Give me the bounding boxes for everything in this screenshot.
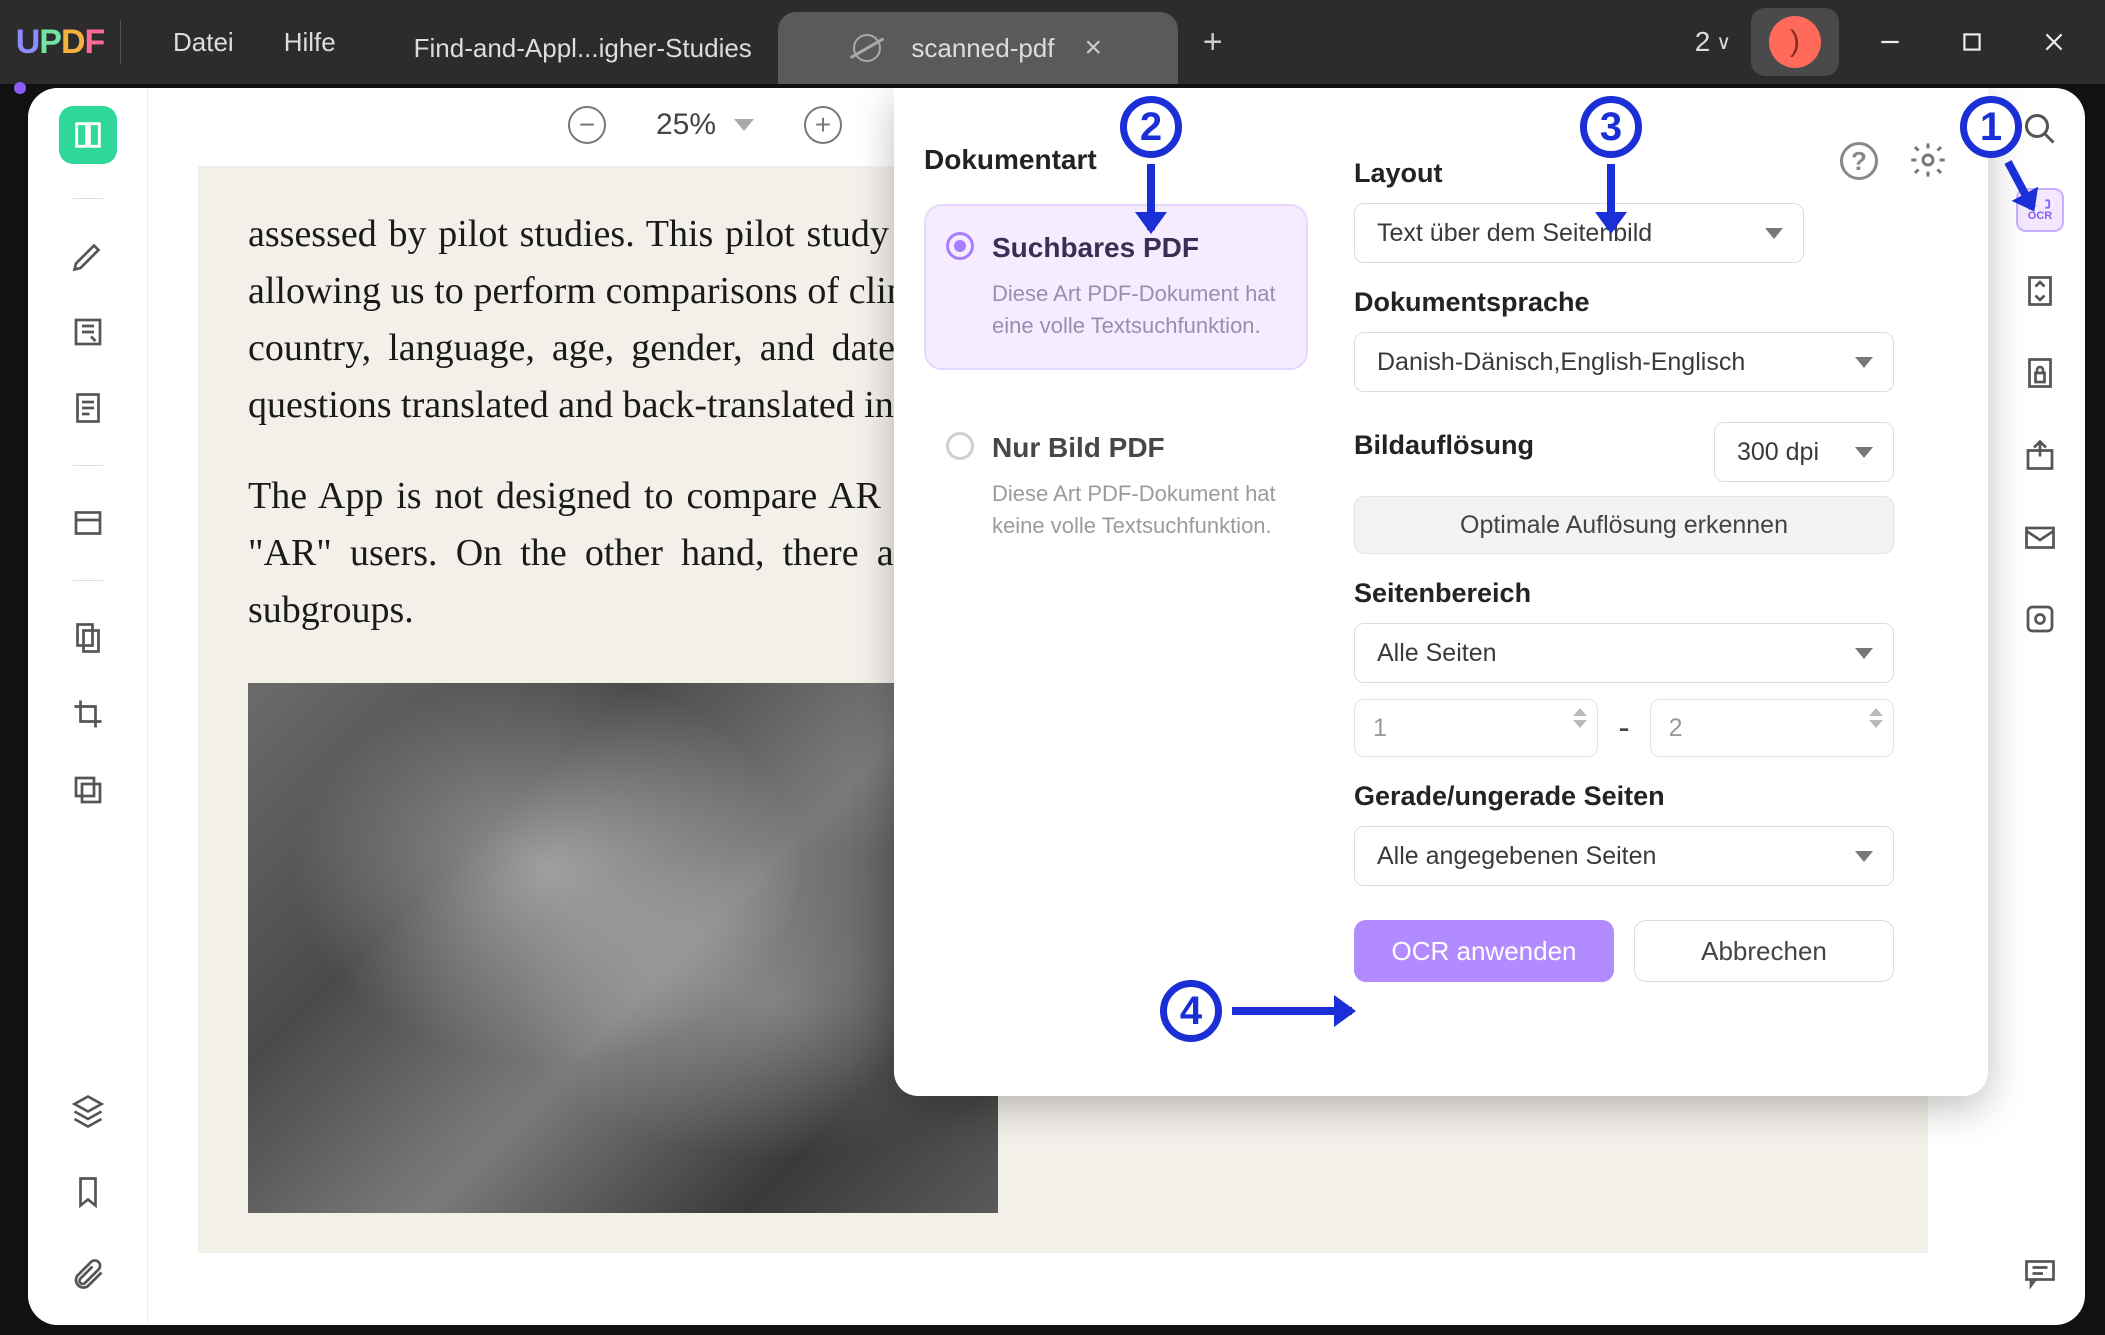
radio-icon: [946, 432, 974, 460]
detect-resolution-button[interactable]: Optimale Auflösung erkennen: [1354, 496, 1894, 554]
ocr-panel: Dokumentart Suchbares PDF Diese Art PDF-…: [894, 88, 1988, 1096]
arrow-icon: [1607, 164, 1615, 230]
avatar-wrap[interactable]: ): [1751, 8, 1839, 76]
layout-select[interactable]: Text über dem Seitenbild: [1354, 203, 1804, 263]
chevron-down-icon: [1855, 648, 1873, 659]
page-icon[interactable]: [65, 385, 111, 431]
callout-number: 2: [1120, 96, 1182, 158]
chevron-down-icon: [1765, 228, 1783, 239]
indicator-dot: [14, 82, 26, 94]
range-from-input[interactable]: 1: [1354, 699, 1598, 757]
range-dash: -: [1618, 709, 1629, 748]
option-desc: Diese Art PDF-Dokument hat keine volle T…: [992, 478, 1280, 542]
extract-icon[interactable]: [65, 615, 111, 661]
chevron-down-icon: [1855, 851, 1873, 862]
crop-icon[interactable]: [65, 691, 111, 737]
help-icon[interactable]: ?: [1840, 142, 1878, 180]
scanned-photo: [248, 683, 998, 1213]
zoom-out-button[interactable]: −: [568, 106, 606, 144]
radio-icon: [946, 232, 974, 260]
ocr-right-column: ? Layout Text über dem Seitenbild Dokume…: [1334, 88, 1988, 1096]
cancel-button[interactable]: Abbrechen: [1634, 920, 1894, 982]
new-tab-button[interactable]: +: [1178, 0, 1248, 84]
odd-even-label: Gerade/ungerade Seiten: [1354, 781, 1948, 812]
tab-inactive[interactable]: Find-and-Appl...igher-Studies: [388, 12, 778, 84]
left-toolbar: [28, 88, 148, 1325]
gear-icon[interactable]: [1908, 140, 1948, 185]
reader-mode-button[interactable]: [59, 106, 117, 164]
right-toolbar: OCR: [1995, 88, 2085, 1325]
chevron-down-icon: [734, 119, 754, 131]
divider: [73, 580, 103, 581]
main-menu: Datei Hilfe: [121, 0, 388, 84]
chevron-down-icon: [1855, 357, 1873, 368]
copy-icon[interactable]: [65, 767, 111, 813]
tab-active[interactable]: scanned-pdf ×: [778, 12, 1178, 84]
callout-3: 3: [1580, 96, 1642, 230]
highlighter-icon[interactable]: [65, 233, 111, 279]
resolution-select[interactable]: 300 dpi: [1714, 422, 1894, 482]
resolution-label: Bildauflösung: [1354, 430, 1694, 461]
chevron-down-icon: [1855, 447, 1873, 458]
tab-strip: Find-and-Appl...igher-Studies scanned-pd…: [388, 0, 1248, 84]
titlebar: UPDF Datei Hilfe Find-and-Appl...igher-S…: [0, 0, 2105, 84]
range-to-input[interactable]: 2: [1650, 699, 1894, 757]
panel-icon[interactable]: [65, 500, 111, 546]
apply-ocr-button[interactable]: OCR anwenden: [1354, 920, 1614, 982]
option-desc: Diese Art PDF-Dokument hat eine volle Te…: [992, 278, 1280, 342]
page-range-select[interactable]: Alle Seiten: [1354, 623, 1894, 683]
option-title: Nur Bild PDF: [992, 432, 1280, 464]
zoom-value[interactable]: 25%: [656, 108, 754, 142]
minimize-button[interactable]: [1859, 17, 1921, 67]
layers-icon[interactable]: [65, 1087, 111, 1133]
callout-number: 3: [1580, 96, 1642, 158]
search-icon[interactable]: [2017, 106, 2063, 152]
app-logo: UPDF: [0, 0, 120, 84]
language-select[interactable]: Danish-Dänisch,English-Englisch: [1354, 332, 1894, 392]
callout-number: 4: [1160, 980, 1222, 1042]
comment-icon[interactable]: [2017, 1249, 2063, 1295]
callout-2: 2: [1120, 96, 1182, 230]
attachment-icon[interactable]: [65, 1251, 111, 1297]
divider: [73, 465, 103, 466]
share-icon[interactable]: [2017, 432, 2063, 478]
lock-icon[interactable]: [2017, 350, 2063, 396]
callout-4: 4: [1160, 980, 1352, 1042]
save-icon[interactable]: [2017, 596, 2063, 642]
close-icon[interactable]: ×: [1085, 31, 1103, 65]
doc-type-heading: Dokumentart: [924, 144, 1308, 176]
close-window-button[interactable]: [2023, 17, 2085, 67]
tab-label: scanned-pdf: [911, 33, 1054, 64]
callout-1: 1: [1960, 96, 2022, 214]
divider: [73, 198, 103, 199]
language-label: Dokumentsprache: [1354, 287, 1948, 318]
app-frame: OCR − 25% + assessed by pilot studies. T…: [28, 88, 2085, 1325]
window-count[interactable]: 2 ∨: [1695, 26, 1731, 58]
option-searchable-pdf[interactable]: Suchbares PDF Diese Art PDF-Dokument hat…: [924, 204, 1308, 370]
menu-file[interactable]: Datei: [173, 27, 234, 58]
menu-help[interactable]: Hilfe: [284, 27, 336, 58]
mail-icon[interactable]: [2017, 514, 2063, 560]
arrow-icon: [1147, 164, 1155, 230]
zoom-controls: − 25% +: [568, 106, 842, 144]
maximize-button[interactable]: [1941, 17, 2003, 67]
odd-even-select[interactable]: Alle angegebenen Seiten: [1354, 826, 1894, 886]
option-title: Suchbares PDF: [992, 232, 1280, 264]
titlebar-right: 2 ∨ ): [1695, 0, 2105, 84]
unsaved-icon: [853, 34, 881, 62]
annotate-icon[interactable]: [65, 309, 111, 355]
bookmark-icon[interactable]: [65, 1169, 111, 1215]
avatar: ): [1769, 16, 1821, 68]
ocr-left-column: Dokumentart Suchbares PDF Diese Art PDF-…: [894, 88, 1334, 1096]
option-image-only-pdf[interactable]: Nur Bild PDF Diese Art PDF-Dokument hat …: [924, 404, 1308, 570]
zoom-in-button[interactable]: +: [804, 106, 842, 144]
tab-label: Find-and-Appl...igher-Studies: [414, 33, 752, 64]
page-range-label: Seitenbereich: [1354, 578, 1948, 609]
convert-icon[interactable]: [2017, 268, 2063, 314]
callout-number: 1: [1960, 96, 2022, 158]
arrow-icon: [1232, 1007, 1352, 1015]
